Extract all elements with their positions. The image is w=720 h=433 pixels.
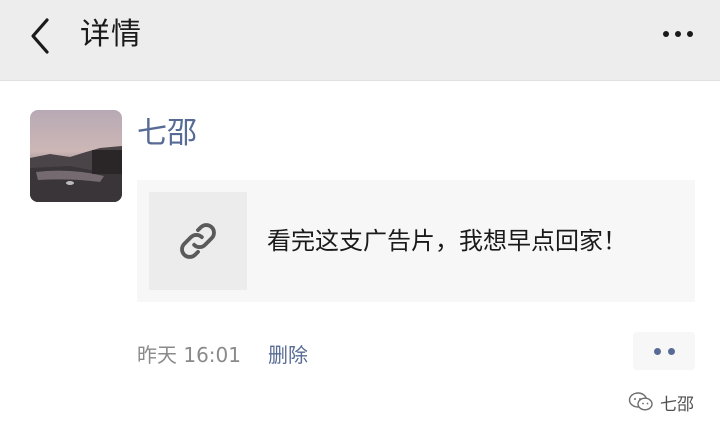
link-thumbnail [149,192,247,290]
back-button[interactable] [18,14,62,58]
avatar-image [30,110,122,202]
link-title: 看完这支广告片，我想早点回家！ [267,227,627,255]
link-icon [180,223,216,259]
more-horizontal-icon [663,31,669,37]
avatar[interactable] [30,110,122,202]
chevron-left-icon [31,18,49,54]
post-timestamp: 昨天 16:01 [137,343,241,367]
page-title: 详情 [80,17,142,52]
more-options-button[interactable] [654,18,702,50]
more-dots-icon [653,347,661,355]
username[interactable]: 七邵 [137,114,197,154]
watermark-text: 七邵 [660,394,694,415]
watermark: 七邵 [628,390,694,415]
delete-button[interactable]: 删除 [268,340,308,370]
top-navigation-bar: 详情 [0,0,720,81]
shared-link-card[interactable]: 看完这支广告片，我想早点回家！ [137,180,695,302]
wechat-icon [628,392,653,411]
comment-like-button[interactable] [633,332,695,370]
